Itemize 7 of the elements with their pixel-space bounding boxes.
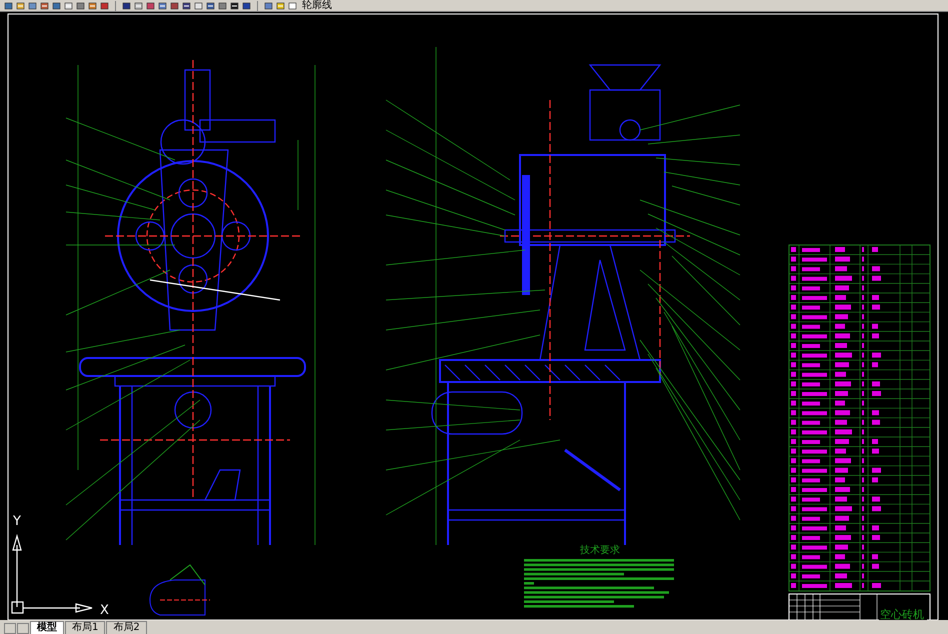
title-block-name: 空心砖机 <box>880 608 924 620</box>
notes-title: 技术要求 <box>580 545 620 556</box>
y-axis-label: Y <box>13 514 21 529</box>
layout-tab[interactable]: 布局2 <box>106 621 147 634</box>
layout-tab[interactable]: 布局1 <box>65 621 106 634</box>
x-axis-label: X <box>100 603 109 618</box>
layout-tab[interactable]: 模型 <box>30 621 64 634</box>
